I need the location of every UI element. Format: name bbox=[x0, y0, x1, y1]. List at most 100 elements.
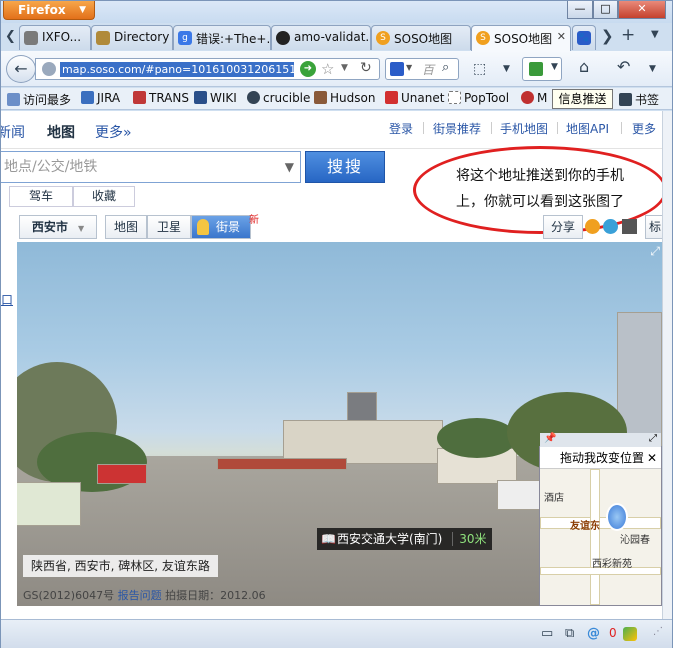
baidu-engine-icon[interactable] bbox=[390, 62, 404, 76]
at-icon[interactable]: @ bbox=[587, 626, 600, 641]
reload-icon[interactable]: ↻ bbox=[360, 60, 372, 76]
close-window-button[interactable]: ✕ bbox=[618, 1, 666, 19]
star-icon bbox=[619, 93, 632, 106]
position-marker-icon[interactable] bbox=[606, 503, 628, 531]
screen-capture-icon[interactable]: ⧉ bbox=[565, 626, 574, 641]
bookmark-hudson[interactable]: Hudson bbox=[314, 91, 375, 105]
bookmark-wiki[interactable]: WIKI bbox=[194, 91, 237, 105]
home-icon[interactable]: ⌂ bbox=[579, 58, 589, 76]
bookmark-poptool[interactable]: PopTool bbox=[448, 91, 509, 105]
bookmark-unanet[interactable]: Unanet bbox=[385, 91, 444, 105]
city-selector[interactable]: 西安市 ▼ bbox=[19, 215, 97, 239]
bookmark-jira[interactable]: JIRA bbox=[81, 91, 120, 105]
tab-title: amo-validat... bbox=[294, 30, 371, 44]
map-toolbar: 西安市 ▼ 地图 卫星 街景 新 分享 标 bbox=[19, 215, 662, 241]
nav-map-link[interactable]: 地图 bbox=[47, 122, 75, 142]
back-button[interactable]: ← bbox=[6, 55, 36, 83]
street-view-recommend-link[interactable]: 街景推荐 bbox=[433, 120, 481, 137]
close-icon[interactable]: ✕ bbox=[647, 447, 657, 469]
history-dropdown-icon[interactable]: ▼ bbox=[341, 63, 348, 73]
bookmark-label: Unanet bbox=[401, 91, 445, 105]
addon-icon[interactable] bbox=[623, 627, 637, 641]
mobile-map-link[interactable]: 手机地图 bbox=[500, 120, 548, 137]
maximize-button[interactable]: □ bbox=[593, 1, 618, 19]
more-dropdown-link[interactable]: 更多 bbox=[632, 120, 656, 137]
bookmark-most-visited[interactable]: 访问最多 bbox=[7, 91, 71, 108]
pin-icon[interactable]: 📌 bbox=[544, 433, 556, 444]
satellite-view-button[interactable]: 卫星 bbox=[147, 215, 191, 239]
tab-ixfo[interactable]: IXFO... bbox=[19, 25, 91, 50]
url-text[interactable]: map.soso.com/#pano=1016100312061513000 bbox=[60, 62, 294, 77]
chevron-down-icon: ▼ bbox=[79, 5, 86, 15]
print-icon[interactable] bbox=[622, 219, 637, 234]
engine-dropdown-icon[interactable]: ▼ bbox=[406, 63, 412, 72]
divider bbox=[621, 122, 622, 134]
tab-baidu[interactable]: 🐾 bbox=[572, 25, 596, 50]
web-search-box[interactable]: ▼ 百 ⌕ bbox=[385, 58, 459, 80]
expand-icon[interactable]: ⤢ bbox=[649, 433, 657, 444]
map-search-input[interactable]: 地点/公交/地铁 ▼ bbox=[1, 151, 301, 183]
nav-news-link[interactable]: 新闻 bbox=[1, 122, 25, 142]
vertical-scrollbar[interactable] bbox=[662, 111, 672, 619]
screenshot-tool-icon[interactable]: ⬚ bbox=[473, 60, 486, 78]
street-view-button[interactable]: 街景 bbox=[191, 215, 251, 239]
status-bar: ▭ ⧉ @ 0 ⋰ bbox=[1, 619, 672, 648]
bookmark-crucible[interactable]: crucible bbox=[247, 91, 310, 105]
bookmark-star-icon[interactable]: ☆ bbox=[321, 60, 334, 78]
bookmark-m[interactable]: M bbox=[521, 91, 547, 105]
window-icon[interactable]: ▭ bbox=[541, 626, 553, 641]
search-placeholder: 百 bbox=[422, 63, 435, 77]
bookmark-label: 书签 bbox=[635, 93, 660, 107]
tab-soso-map-1[interactable]: S SOSO地图 bbox=[371, 25, 471, 50]
credit-line: GS(2012)6047号 报告问题 拍摄日期：2012.06 bbox=[23, 587, 266, 603]
report-problem-link[interactable]: 报告问题 bbox=[118, 589, 162, 602]
weibo-share-icon[interactable] bbox=[603, 219, 618, 234]
bookmark-label: TRANS bbox=[149, 91, 189, 105]
new-tab-icon[interactable]: + bbox=[621, 25, 635, 45]
menu-dropdown-icon[interactable]: ▼ bbox=[649, 60, 656, 78]
tab-title: IXFO... bbox=[42, 30, 82, 44]
tab-google-error[interactable]: g 错误:+The+... bbox=[173, 25, 271, 50]
favorites-tab[interactable]: 收藏 bbox=[73, 186, 135, 207]
drag-hint-text: 拖动我改变位置 bbox=[560, 451, 645, 465]
tab-soso-map-active[interactable]: S SOSO地图 ✕ bbox=[471, 25, 571, 51]
tab-scroll-right-icon[interactable]: ❯ bbox=[601, 27, 614, 45]
bookmarks-menu[interactable]: 书签 bbox=[619, 91, 659, 108]
undo-close-icon[interactable]: ↶ bbox=[617, 58, 630, 76]
nav-more-link[interactable]: 更多» bbox=[95, 122, 132, 142]
tab-directory[interactable]: Directory Li... bbox=[91, 25, 173, 50]
go-icon[interactable]: ➜ bbox=[300, 61, 316, 77]
push-to-phone-button[interactable]: ▼ bbox=[522, 57, 562, 81]
mini-map-canvas[interactable]: 酒店 友谊东 沁园春 西彩新苑 bbox=[540, 469, 661, 605]
tab-amo-validator[interactable]: amo-validat... bbox=[271, 25, 371, 50]
google-icon: g bbox=[178, 31, 192, 45]
share-button[interactable]: 分享 bbox=[543, 215, 583, 239]
resize-grip-icon[interactable]: ⋰ bbox=[653, 626, 663, 637]
map-view-button[interactable]: 地图 bbox=[105, 215, 147, 239]
left-edge-link[interactable]: 口 bbox=[1, 291, 13, 308]
page-icon bbox=[24, 31, 38, 45]
mini-map[interactable]: 📌 ⤢ 拖动我改变位置 ✕ 酒店 友谊东 沁园春 西彩新苑 bbox=[539, 433, 662, 606]
poi-label[interactable]: 📖 西安交通大学(南门) 30米 bbox=[317, 528, 493, 550]
drive-tab[interactable]: 驾车 bbox=[9, 186, 73, 207]
qq-share-icon[interactable] bbox=[585, 219, 600, 234]
close-tab-icon[interactable]: ✕ bbox=[557, 30, 566, 43]
search-button[interactable]: 搜搜 bbox=[305, 151, 385, 183]
map-api-link[interactable]: 地图API bbox=[566, 120, 609, 137]
minimize-button[interactable]: — bbox=[567, 1, 593, 19]
tool-dropdown-icon[interactable]: ▼ bbox=[503, 60, 510, 78]
search-icon[interactable]: ⌕ bbox=[442, 60, 449, 75]
tree bbox=[437, 418, 517, 458]
close-icon: ✕ bbox=[637, 2, 647, 15]
url-bar[interactable]: map.soso.com/#pano=1016100312061513000 ➜… bbox=[35, 58, 380, 80]
fullscreen-icon[interactable]: ⤢ bbox=[650, 244, 660, 259]
firefox-menu-button[interactable]: Firefox ▼ bbox=[3, 1, 95, 20]
chevron-down-icon[interactable]: ▼ bbox=[285, 152, 294, 182]
bookmark-trans[interactable]: TRANS bbox=[133, 91, 189, 105]
mark-button[interactable]: 标 bbox=[645, 215, 662, 239]
list-tabs-icon[interactable]: ▼ bbox=[651, 29, 659, 40]
login-link[interactable]: 登录 bbox=[389, 120, 413, 137]
mini-map-hint: 拖动我改变位置 ✕ bbox=[540, 447, 661, 469]
m-bookmark-icon bbox=[521, 91, 534, 104]
tab-scroll-left-icon[interactable]: ❮ bbox=[5, 29, 16, 44]
